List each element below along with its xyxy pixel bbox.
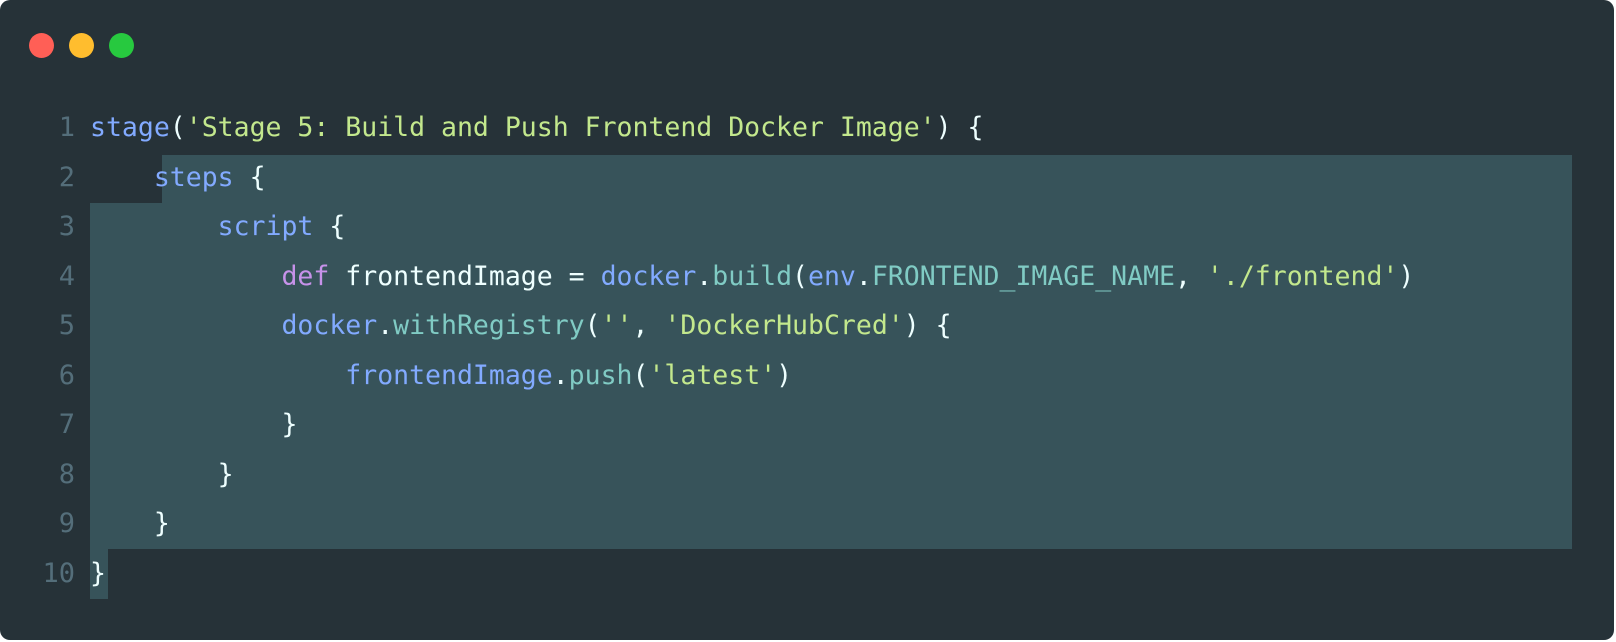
code-line[interactable]: 9 }: [0, 499, 1614, 549]
code-text: def frontendImage = docker.build(env.FRO…: [90, 252, 1414, 302]
line-number: 2: [58, 161, 75, 193]
code-token: stage: [90, 112, 170, 143]
code-token: }: [217, 458, 234, 490]
code-token: build: [712, 260, 793, 292]
code-token: {: [233, 161, 266, 193]
code-line[interactable]: 4 def frontendImage = docker.build(env.F…: [0, 252, 1614, 302]
code-token: env: [808, 260, 856, 292]
code-token: ,: [1175, 260, 1207, 292]
code-token: }: [153, 508, 170, 539]
code-token: withRegistry: [393, 310, 585, 341]
line-number: 1: [58, 112, 75, 143]
code-token: .: [377, 310, 394, 341]
code-token: (: [632, 359, 649, 391]
code-text: }: [90, 549, 106, 599]
code-token: docker: [281, 310, 378, 341]
code-text: script {: [90, 202, 346, 252]
code-token: .: [552, 359, 569, 391]
code-window: 1 stage('Stage 5: Build and Push Frontend…: [0, 0, 1614, 640]
code-token: .: [696, 260, 713, 292]
code-token: .: [855, 260, 872, 292]
code-line[interactable]: 10}: [0, 549, 1614, 599]
code-token: frontendImage =: [329, 260, 601, 292]
code-line[interactable]: 8 }: [0, 450, 1614, 500]
code-token: script: [217, 211, 314, 242]
code-token: 'Stage 5: Build and Push Frontend Docker…: [185, 112, 936, 143]
code-token: 'DockerHubCred': [664, 310, 904, 341]
line-number: 8: [58, 458, 75, 490]
code-text: }: [90, 400, 297, 450]
code-line[interactable]: 3 script {: [0, 202, 1614, 252]
code-token: ,: [632, 310, 665, 341]
code-line[interactable]: 7 }: [0, 400, 1614, 450]
line-number: 3: [58, 211, 75, 242]
line-number: 9: [58, 508, 75, 539]
code-token: def: [281, 260, 330, 292]
code-text: }: [90, 450, 234, 500]
code-token: 'latest': [648, 359, 777, 391]
code-text: frontendImage.push('latest'): [90, 351, 792, 401]
code-token: {: [313, 211, 346, 242]
line-number: 7: [58, 409, 75, 440]
code-text: }: [90, 499, 170, 549]
code-line[interactable]: 5 docker.withRegistry('', 'DockerHubCred…: [0, 301, 1614, 351]
code-token: }: [90, 557, 106, 589]
code-line[interactable]: 6 frontendImage.push('latest'): [0, 351, 1614, 401]
code-text: steps {: [90, 153, 266, 203]
maximize-window-button[interactable]: [109, 33, 134, 58]
code-line[interactable]: 1 stage('Stage 5: Build and Push Frontend…: [0, 103, 1614, 153]
line-number: 10: [42, 557, 75, 589]
code-editor[interactable]: 1 stage('Stage 5: Build and Push Frontend…: [0, 103, 1614, 598]
code-token: (: [584, 310, 601, 341]
code-token: }: [281, 409, 298, 440]
code-token: push: [568, 359, 633, 391]
code-token: ): [1398, 260, 1415, 292]
line-number: 4: [58, 260, 75, 292]
close-window-button[interactable]: [29, 33, 54, 58]
minimize-window-button[interactable]: [69, 33, 94, 58]
code-token: '': [600, 310, 633, 341]
code-token: steps: [153, 161, 234, 193]
code-text: stage('Stage 5: Build and Push Frontend …: [90, 103, 983, 153]
code-token: ) {: [903, 310, 952, 341]
code-token: (: [792, 260, 809, 292]
line-number: 5: [58, 310, 75, 341]
code-token: ): [776, 359, 793, 391]
code-token: frontendImage: [345, 359, 553, 391]
code-token: ) {: [935, 112, 984, 143]
code-token: FRONTEND_IMAGE_NAME: [871, 260, 1175, 292]
code-text: docker.withRegistry('', 'DockerHubCred')…: [90, 301, 952, 351]
code-token: docker: [600, 260, 697, 292]
code-token: './frontend': [1206, 260, 1399, 292]
code-line[interactable]: 2 steps {: [0, 153, 1614, 203]
line-number: 6: [58, 359, 75, 391]
code-token: (: [169, 112, 186, 143]
